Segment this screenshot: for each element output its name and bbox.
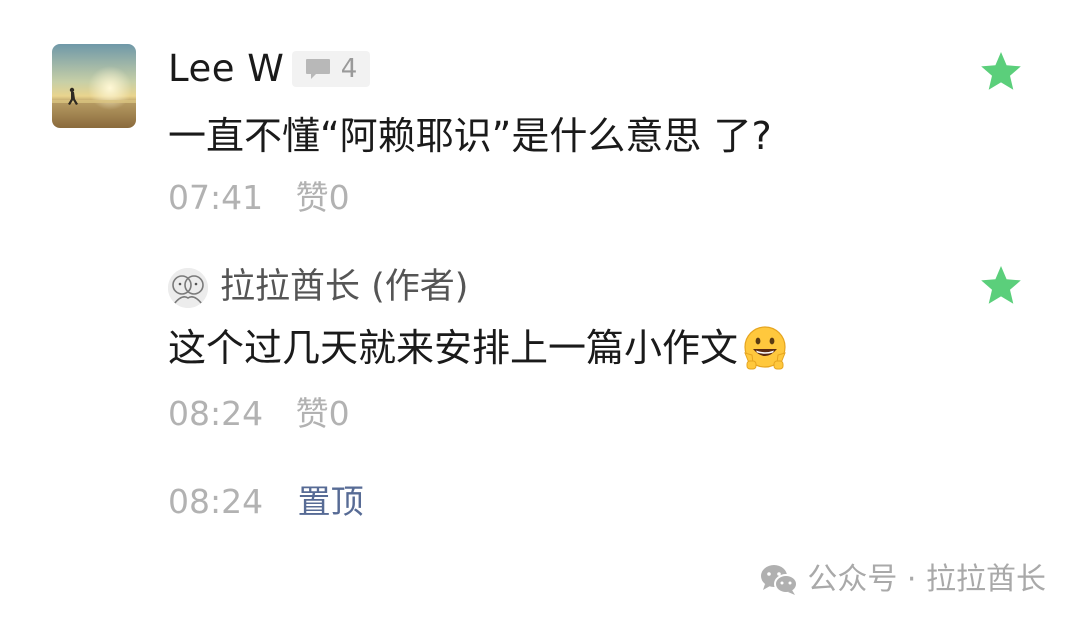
pin-row: 08:24 置顶 (168, 482, 364, 522)
watermark: 公众号 · 拉拉酋长 (759, 560, 1046, 600)
comment-time: 07:41 (168, 178, 264, 217)
like-button[interactable]: 赞0 (296, 394, 350, 433)
author-name[interactable]: 拉拉酋长 (作者) (220, 264, 468, 310)
like-label: 赞 (295, 394, 329, 433)
like-count: 0 (328, 394, 350, 433)
star-icon[interactable] (979, 50, 1023, 94)
reply-time: 08:24 (168, 394, 264, 433)
comment-thread: Lee W 4 一直不懂“阿赖耶识”是什么意思 了? 07:41 赞0 拉拉酋长… (0, 0, 1080, 626)
reply-count: 4 (340, 54, 358, 84)
reply-count-badge[interactable]: 4 (292, 51, 370, 87)
user-avatar[interactable] (52, 44, 136, 128)
reply-text: 这个过几天就来安排上一篇小作文 (168, 326, 739, 370)
like-button[interactable]: 赞0 (296, 178, 350, 217)
comment-bubble-icon (305, 59, 330, 79)
grinning-face-emoji-icon (744, 326, 786, 370)
comment-meta: 07:41 赞0 (168, 178, 350, 218)
author-avatar[interactable] (168, 268, 208, 308)
star-icon[interactable] (979, 264, 1023, 308)
wechat-icon (761, 565, 799, 595)
pin-to-top-button[interactable]: 置顶 (298, 482, 364, 521)
comment-text: 一直不懂“阿赖耶识”是什么意思 了? (168, 114, 772, 158)
like-label: 赞 (295, 178, 329, 217)
like-count: 0 (328, 178, 350, 217)
pin-time: 08:24 (168, 482, 264, 521)
reply-text-row: 这个过几天就来安排上一篇小作文 (168, 322, 790, 374)
watermark-text: 公众号 · 拉拉酋长 (807, 562, 1046, 597)
username[interactable]: Lee W (168, 46, 284, 92)
reply-meta: 08:24 赞0 (168, 394, 350, 434)
